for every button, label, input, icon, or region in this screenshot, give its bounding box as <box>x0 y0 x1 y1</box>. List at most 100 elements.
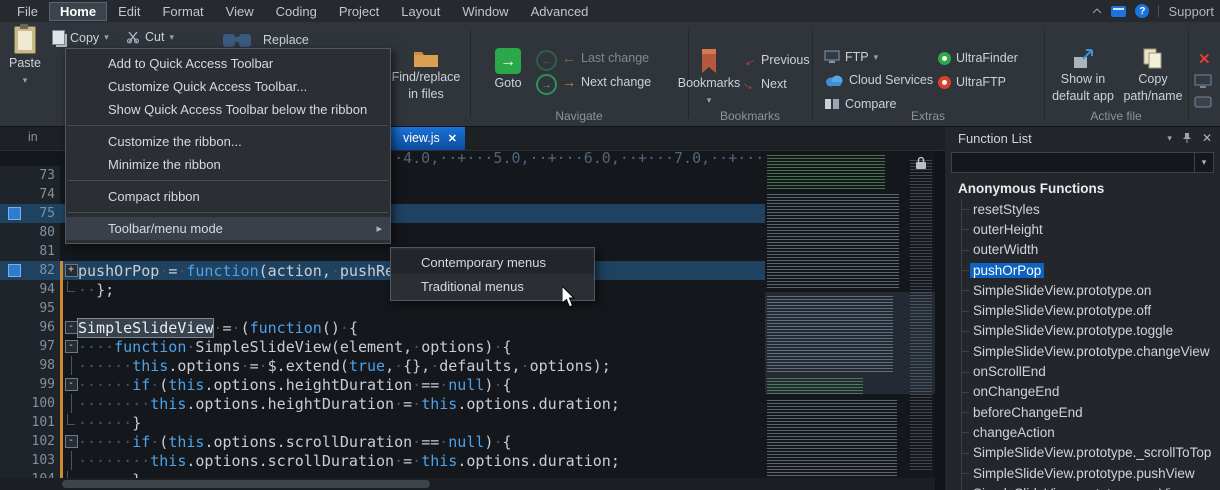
horizontal-scrollbar[interactable] <box>0 478 935 490</box>
function-group-header[interactable]: Anonymous Functions <box>958 181 1220 196</box>
context-menu-item[interactable]: Toolbar/menu mode▸ <box>66 217 390 240</box>
line-number: 97 <box>28 339 60 354</box>
menu-coding[interactable]: Coding <box>265 2 328 21</box>
keyboard-icon[interactable] <box>1194 96 1212 108</box>
next-change-button[interactable]: → Next change <box>562 74 651 90</box>
fold-minus-icon[interactable]: - <box>64 337 78 356</box>
replace-button[interactable]: Replace <box>222 32 309 48</box>
function-filter-input[interactable]: ▾ <box>951 152 1214 173</box>
code-line-99[interactable]: 99-······if·(this.options.heightDuration… <box>0 375 765 394</box>
help-icon[interactable]: ? <box>1135 4 1149 18</box>
panel-close-icon[interactable]: ✕ <box>1202 131 1212 145</box>
paste-button[interactable]: Paste ▾ <box>2 26 48 88</box>
code-line-97[interactable]: 97-····function·SimpleSlideView(element,… <box>0 337 765 356</box>
find-replace-in-files-button[interactable]: Find/replace in files <box>390 48 462 102</box>
function-list-item[interactable]: changeAction <box>970 422 1220 442</box>
function-list-item[interactable]: SimpleSlideView.prototype.pushView <box>970 463 1220 483</box>
fold-minus-icon[interactable]: - <box>64 318 78 337</box>
function-list-item[interactable]: resetStyles <box>970 199 1220 219</box>
minimap[interactable] <box>765 150 935 478</box>
function-list-item[interactable]: SimpleSlideView.prototype._scrollToTop <box>970 443 1220 463</box>
next-position-icon[interactable]: → <box>536 74 557 95</box>
ultrafinder-label: UltraFinder <box>956 51 1018 65</box>
paste-dropdown-icon[interactable]: ▾ <box>23 73 28 88</box>
code-line-96[interactable]: 96-SimpleSlideView·=·(function()·{ <box>0 318 765 337</box>
pin-icon[interactable] <box>1182 132 1192 144</box>
previous-bookmark-button[interactable]: ← Previous <box>742 52 810 68</box>
menu-project[interactable]: Project <box>328 2 390 21</box>
show-in-default-app-button[interactable]: Show in default app <box>1050 48 1116 104</box>
context-menu-item[interactable]: Show Quick Access Toolbar below the ribb… <box>66 98 390 121</box>
function-list-item[interactable]: onChangeEnd <box>970 382 1220 402</box>
cut-button[interactable]: Cut▾ <box>126 30 174 44</box>
context-menu-item[interactable]: Customize the ribbon... <box>66 130 390 153</box>
prev-position-icon[interactable]: ← <box>536 50 557 71</box>
panel-splitter[interactable] <box>935 126 945 490</box>
support-menu[interactable]: Support <box>1168 4 1214 19</box>
collapse-ribbon-icon[interactable] <box>1092 8 1102 14</box>
code-line-103[interactable]: 103········this.options.scrollDuration·=… <box>0 451 765 470</box>
function-list-items: resetStylesouterHeightouterWidthpushOrPo… <box>958 199 1220 490</box>
function-list-item[interactable]: pushOrPop <box>970 260 1220 280</box>
bookmark-marker[interactable] <box>0 207 28 220</box>
ftp-button[interactable]: FTP▾ <box>824 50 878 64</box>
copy-button[interactable]: Copy▾ <box>52 30 109 45</box>
bookmarks-label: Bookmarks <box>678 76 741 91</box>
menu-layout[interactable]: Layout <box>390 2 451 21</box>
bookmarks-dropdown-icon[interactable]: ▾ <box>707 93 712 108</box>
close-file-icon[interactable]: ✕ <box>1198 50 1211 68</box>
function-list-item[interactable]: SimpleSlideView.prototype.on <box>970 280 1220 300</box>
code-line-98[interactable]: 98······this.options·=·$.extend(true,·{}… <box>0 356 765 375</box>
context-menu-item[interactable]: Compact ribbon <box>66 185 390 208</box>
menu-advanced[interactable]: Advanced <box>520 2 600 21</box>
line-number: 80 <box>28 225 60 240</box>
code-line-95[interactable]: 95 <box>0 299 765 318</box>
function-list-item[interactable]: outerHeight <box>970 219 1220 239</box>
fold-plus-icon[interactable]: + <box>64 261 78 280</box>
submenu-item[interactable]: Contemporary menus <box>391 250 594 274</box>
tab-close-icon[interactable]: ✕ <box>448 132 457 145</box>
bookmarks-button[interactable]: Bookmarks ▾ <box>678 48 740 108</box>
context-menu-item[interactable]: Add to Quick Access Toolbar <box>66 52 390 75</box>
context-menu-item[interactable]: Customize Quick Access Toolbar... <box>66 75 390 98</box>
menu-view[interactable]: View <box>215 2 265 21</box>
function-list-item[interactable]: SimpleSlideView.prototype.changeView <box>970 341 1220 361</box>
copy-path-name-button[interactable]: Copy path/name <box>1122 48 1184 104</box>
function-list-item[interactable]: beforeChangeEnd <box>970 402 1220 422</box>
monitor-icon[interactable] <box>1194 74 1212 89</box>
menu-window[interactable]: Window <box>451 2 519 21</box>
cloud-services-button[interactable]: Cloud Services <box>824 73 933 87</box>
code-line-94[interactable]: 94··}; <box>0 280 765 299</box>
ultrafinder-button[interactable]: UltraFinder <box>938 51 1018 65</box>
context-menu-item[interactable]: Minimize the ribbon <box>66 153 390 176</box>
code-line-102[interactable]: 102-······if·(this.options.scrollDuratio… <box>0 432 765 451</box>
function-list-item[interactable]: SimpleSlideView.prototype.toggle <box>970 321 1220 341</box>
fold-minus-icon[interactable]: - <box>64 375 78 394</box>
panel-dropdown-icon[interactable]: ▾ <box>1167 133 1172 144</box>
ftp-icon <box>824 50 840 64</box>
function-list-item[interactable]: SimpleSlideView.prototype.popView <box>970 483 1220 490</box>
last-change-button[interactable]: ← Last change <box>562 50 649 66</box>
ribbon-mode-icon[interactable] <box>1111 6 1126 17</box>
fold-minus-icon[interactable]: - <box>64 432 78 451</box>
tab-partial-label[interactable]: in <box>28 130 38 144</box>
menu-edit[interactable]: Edit <box>107 2 151 21</box>
ultraftp-button[interactable]: UltraFTP <box>938 75 1006 89</box>
hscroll-thumb[interactable] <box>62 480 430 488</box>
code-line-101[interactable]: 101······} <box>0 413 765 432</box>
function-list-item[interactable]: SimpleSlideView.prototype.off <box>970 300 1220 320</box>
bookmark-marker[interactable] <box>0 264 28 277</box>
show-label-1: Show in <box>1061 72 1105 87</box>
function-list-item[interactable]: outerWidth <box>970 240 1220 260</box>
goto-button[interactable]: → Goto <box>486 48 530 91</box>
menu-format[interactable]: Format <box>151 2 214 21</box>
filter-dropdown-icon[interactable]: ▾ <box>1194 153 1213 172</box>
menu-file[interactable]: File <box>6 2 49 21</box>
code-line-100[interactable]: 100········this.options.heightDuration·=… <box>0 394 765 413</box>
minimap-viewport[interactable] <box>765 292 935 394</box>
function-list-item[interactable]: onScrollEnd <box>970 361 1220 381</box>
code-line-81[interactable]: 81 <box>0 242 765 261</box>
menu-home[interactable]: Home <box>49 2 107 21</box>
code-line-82[interactable]: 82+pushOrPop·=·function(action,·pushResu… <box>0 261 765 280</box>
next-bookmark-button[interactable]: → Next <box>742 76 787 92</box>
